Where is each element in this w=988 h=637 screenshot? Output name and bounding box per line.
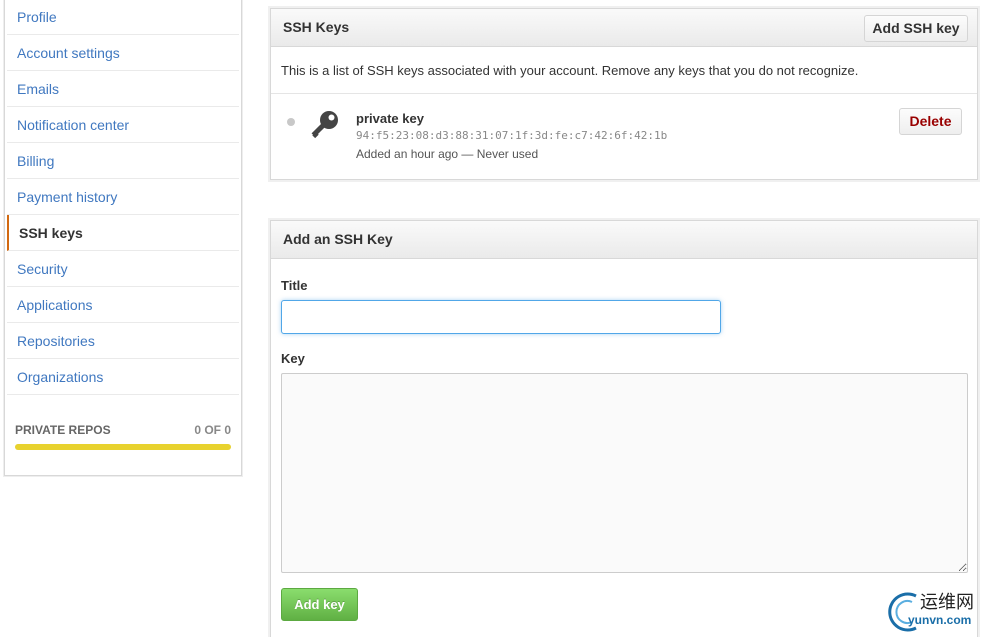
add-ssh-key-title: Add an SSH Key: [283, 231, 393, 247]
private-repos-meter: PRIVATE REPOS 0 OF 0: [15, 423, 231, 453]
key-name: private key: [356, 111, 424, 126]
ssh-keys-notice: This is a list of SSH keys associated wi…: [281, 63, 859, 78]
sidebar-item-organizations[interactable]: Organizations: [7, 359, 239, 395]
sidebar-item-billing[interactable]: Billing: [7, 143, 239, 179]
title-input[interactable]: [281, 300, 721, 334]
add-ssh-key-header: Add an SSH Key: [271, 221, 977, 259]
settings-sidebar: Profile Account settings Emails Notifica…: [4, 0, 242, 476]
key-fingerprint: 94:f5:23:08:d3:88:31:07:1f:3d:fe:c7:42:6…: [356, 129, 668, 142]
private-repos-count: 0 OF 0: [194, 423, 231, 437]
add-ssh-key-button[interactable]: Add SSH key: [864, 15, 968, 42]
ssh-keys-panel: SSH Keys Add SSH key This is a list of S…: [270, 8, 978, 180]
sidebar-item-notification-center[interactable]: Notification center: [7, 107, 239, 143]
sidebar-item-emails[interactable]: Emails: [7, 71, 239, 107]
sidebar-item-profile[interactable]: Profile: [7, 0, 239, 35]
add-key-button[interactable]: Add key: [281, 588, 358, 621]
sidebar-item-security[interactable]: Security: [7, 251, 239, 287]
watermark-logo: 运维网 yunvn.com: [882, 588, 986, 634]
key-icon: [311, 111, 338, 139]
watermark-text-cn: 运维网: [920, 592, 974, 613]
sidebar-item-payment-history[interactable]: Payment history: [7, 179, 239, 215]
sidebar-menu: Profile Account settings Emails Notifica…: [7, 0, 239, 395]
key-status-dot: [287, 118, 295, 126]
delete-key-button[interactable]: Delete: [899, 108, 962, 135]
key-meta: Added an hour ago — Never used: [356, 147, 539, 161]
watermark-swirl-icon: [888, 592, 917, 632]
ssh-keys-title: SSH Keys: [283, 19, 350, 35]
sidebar-item-ssh-keys[interactable]: SSH keys: [7, 215, 239, 251]
private-repos-label: PRIVATE REPOS: [15, 423, 111, 437]
key-textarea[interactable]: [281, 373, 968, 573]
private-repos-progress-track: [15, 444, 231, 450]
ssh-keys-header: SSH Keys Add SSH key: [271, 9, 977, 47]
sidebar-item-applications[interactable]: Applications: [7, 287, 239, 323]
add-ssh-key-panel: Add an SSH Key Title Key Add key: [270, 220, 978, 637]
sidebar-item-repositories[interactable]: Repositories: [7, 323, 239, 359]
title-field-label: Title: [281, 278, 308, 293]
watermark-text-en: yunvn.com: [908, 613, 972, 627]
divider: [271, 93, 977, 94]
private-repos-progress-fill: [15, 444, 231, 450]
sidebar-item-account-settings[interactable]: Account settings: [7, 35, 239, 71]
key-field-label: Key: [281, 351, 305, 366]
